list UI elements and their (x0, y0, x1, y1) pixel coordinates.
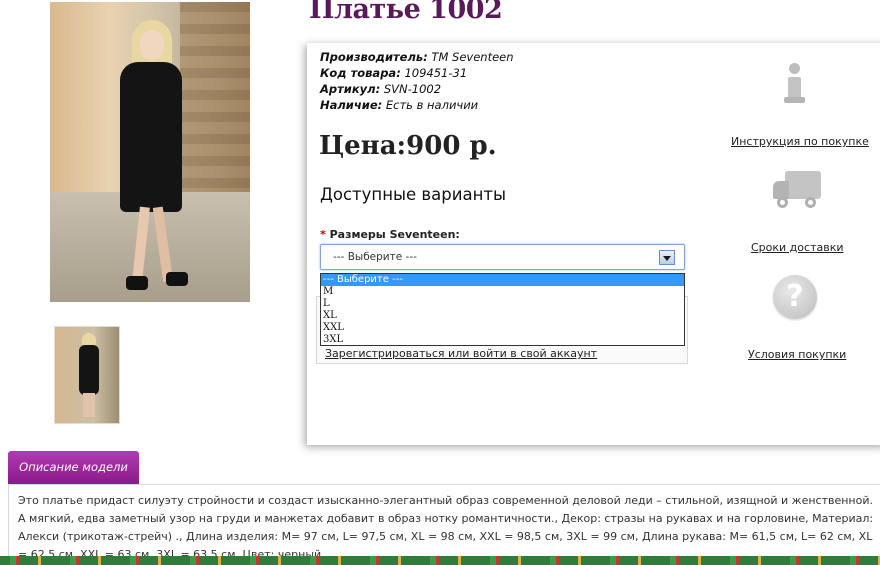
delivery-terms-link[interactable]: Сроки доставки (751, 241, 844, 254)
spec-label: Наличие: (320, 98, 383, 112)
spec-value: SVN-1002 (380, 82, 442, 96)
variants-title: Доступные варианты (320, 185, 507, 204)
size-dropdown-list: --- Выберите --- M L XL XXL 3XL (320, 273, 685, 346)
model-face (140, 30, 164, 60)
divider (8, 484, 880, 485)
product-main-image[interactable] (50, 2, 250, 302)
info-icon-base (784, 97, 805, 103)
info-icon-dot (789, 63, 800, 74)
size-option-placeholder[interactable]: --- Выберите --- (321, 274, 684, 286)
spec-value: 109451-31 (400, 66, 468, 80)
product-price: Цена:900 р. (319, 131, 497, 161)
size-select[interactable]: --- Выберите --- (320, 244, 685, 270)
divider (8, 484, 9, 565)
truck-icon-wheel (805, 197, 816, 208)
size-select-value: --- Выберите --- (333, 251, 417, 263)
size-option-l[interactable]: L (321, 298, 684, 310)
info-icon (783, 61, 805, 105)
purchase-instruction-link[interactable]: Инструкция по покупке (731, 135, 869, 148)
model-dress (79, 345, 99, 395)
product-thumbnail[interactable] (54, 326, 120, 424)
truck-icon-cargo (785, 171, 821, 199)
chevron-down-icon[interactable] (659, 250, 675, 265)
size-label-text: Размеры Seventeen: (325, 228, 460, 241)
size-option-m[interactable]: M (321, 286, 684, 298)
product-description: Это платье придаст силуэту стройности и … (18, 494, 874, 561)
spec-value: TM Seventeen (427, 50, 514, 64)
model-legs (83, 393, 95, 417)
spec-label: Код товара: (320, 66, 401, 80)
product-info-panel: Производитель: TM Seventeen Код товара: … (307, 43, 880, 445)
spec-article: Артикул: SVN-1002 (320, 82, 441, 96)
spec-label: Артикул: (320, 82, 381, 96)
truck-icon-wheel (777, 197, 788, 208)
question-icon: ? (773, 275, 817, 319)
size-label: * Размеры Seventeen: (320, 228, 460, 241)
size-option-xxl[interactable]: XXL (321, 322, 684, 334)
model-dress (120, 62, 182, 212)
spec-manufacturer: Производитель: TM Seventeen (320, 50, 514, 64)
login-register-link[interactable]: Зарегистрироваться или войти в свой акка… (325, 347, 597, 360)
photo-background-wall (180, 2, 250, 222)
size-option-xl[interactable]: XL (321, 310, 684, 322)
product-title: Платье 1002 (309, 0, 503, 25)
tab-description[interactable]: Описание модели (8, 451, 139, 484)
truck-icon (771, 169, 821, 211)
spec-label: Производитель: (320, 50, 428, 64)
model-shoe (166, 272, 188, 286)
decorative-garland (0, 556, 880, 565)
spec-value: Есть в наличии (382, 98, 479, 112)
purchase-terms-link[interactable]: Условия покупки (748, 348, 846, 361)
size-option-3xl[interactable]: 3XL (321, 334, 684, 346)
spec-availability: Наличие: Есть в наличии (320, 98, 478, 112)
spec-product-code: Код товара: 109451-31 (320, 66, 467, 80)
model-shoe (126, 276, 148, 290)
